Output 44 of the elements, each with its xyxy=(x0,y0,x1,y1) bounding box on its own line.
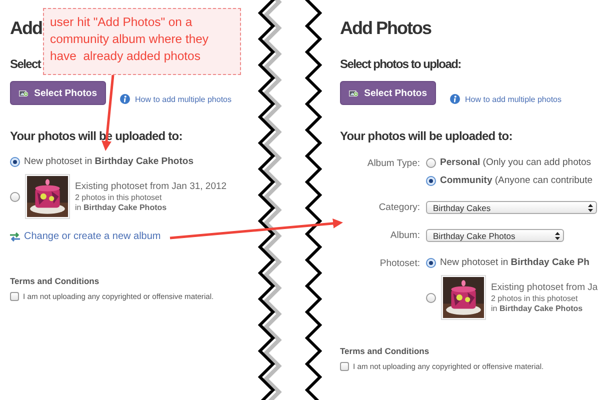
radio-button[interactable] xyxy=(426,258,436,268)
add-photo-icon xyxy=(349,88,358,98)
field-label: Album: xyxy=(389,229,420,242)
help-link[interactable]: How to add multiple photos xyxy=(120,94,232,104)
radio-button[interactable] xyxy=(426,158,436,168)
terms-checkbox[interactable] xyxy=(340,362,349,371)
select-photos-button[interactable]: Select Photos xyxy=(340,81,436,105)
radio-button[interactable] xyxy=(10,156,20,166)
radio-button[interactable] xyxy=(426,176,436,186)
album-name: in Birthday Cake Photos xyxy=(491,304,584,313)
section-heading: Your photos will be uploaded to: xyxy=(340,129,512,143)
info-icon xyxy=(450,94,460,104)
add-photo-icon xyxy=(19,88,28,98)
option-label: Community (Anyone can contribute xyxy=(440,175,593,186)
change-album-link[interactable]: Change or create a new album xyxy=(10,231,161,242)
terms-heading: Terms and Conditions xyxy=(340,346,430,356)
option-label: Personal (Only you can add photos xyxy=(440,157,592,168)
option-label: Existing photoset from Jan 31, 2012 xyxy=(75,181,227,192)
page-title: Add Photos xyxy=(340,18,431,39)
page-title: Add xyxy=(10,18,42,39)
photo-count: 2 photos in this photoset xyxy=(75,193,163,202)
field-label: Photoset: xyxy=(378,257,420,270)
info-icon xyxy=(120,94,130,104)
annotation-note: user hit "Add Photos" on a community album where they have already added photos xyxy=(43,8,241,75)
terms-checkbox[interactable] xyxy=(10,292,19,301)
category-select[interactable]: Birthday Cakes xyxy=(426,201,597,214)
select-photos-button[interactable]: Select Photos xyxy=(10,81,106,105)
album-select[interactable]: Birthday Cake Photos xyxy=(426,229,564,242)
radio-button[interactable] xyxy=(10,192,20,202)
terms-heading: Terms and Conditions xyxy=(10,276,100,286)
help-link[interactable]: How to add multiple photos xyxy=(450,94,562,104)
album-name: in Birthday Cake Photos xyxy=(75,203,168,212)
field-label: Category: xyxy=(378,201,420,214)
swap-icon xyxy=(10,232,20,242)
radio-button[interactable] xyxy=(426,292,436,302)
field-label: Album Type: xyxy=(366,157,420,170)
photo-count: 2 photos in this photoset xyxy=(491,294,579,303)
section-heading: Select photos to upload: xyxy=(340,57,461,71)
option-label: Existing photoset from Ja xyxy=(491,282,598,293)
section-heading: Select xyxy=(10,57,41,71)
updown-icon xyxy=(588,204,593,212)
updown-icon xyxy=(555,232,560,240)
option-label: New photoset in Birthday Cake Ph xyxy=(440,257,590,268)
option-label: New photoset in Birthday Cake Photos xyxy=(24,156,194,167)
